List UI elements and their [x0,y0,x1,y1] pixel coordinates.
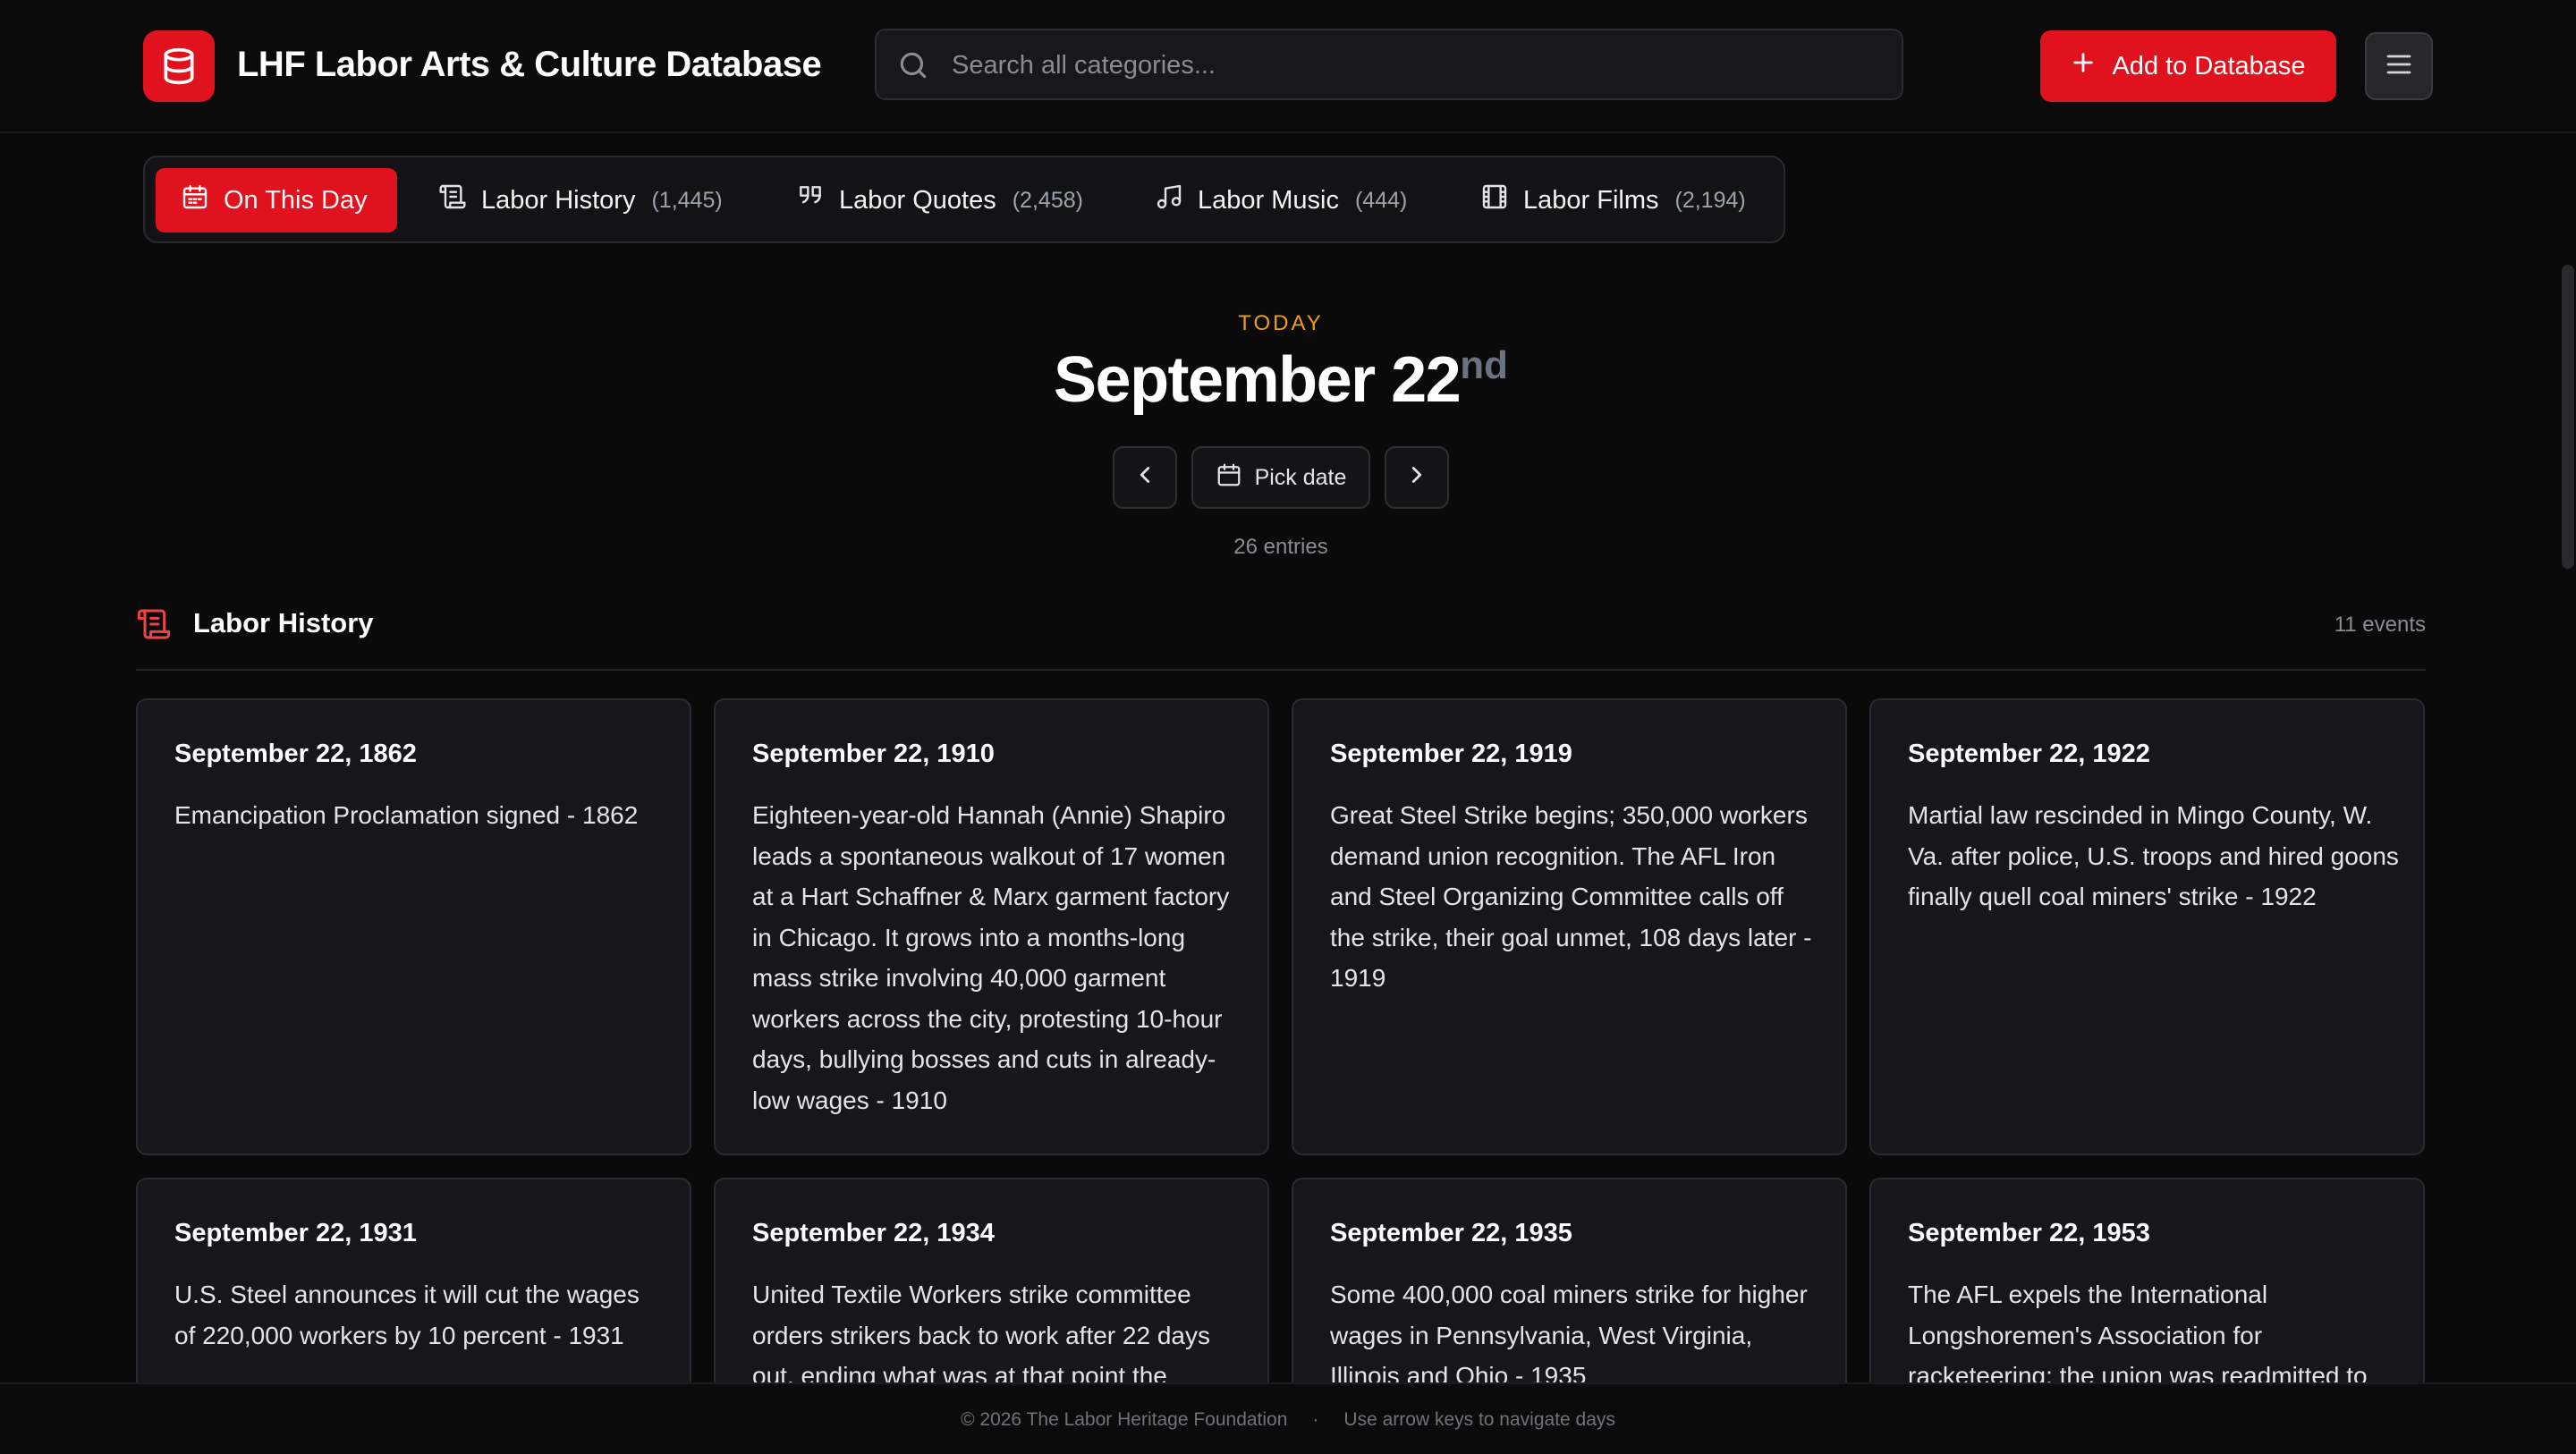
previous-day-button[interactable] [1113,446,1177,509]
add-to-database-button[interactable]: Add to Database [2040,30,2336,102]
card-date: September 22, 1910 [752,740,995,768]
card-date: September 22, 1922 [1908,740,2150,768]
page-scrollbar[interactable] [2562,265,2574,569]
section-count: 11 events [2334,613,2426,637]
tab-labor-films[interactable]: Labor Films (2,194) [1455,168,1771,232]
add-button-label: Add to Database [2112,51,2306,80]
card-text: Great Steel Strike begins; 350,000 worke… [1330,801,1812,992]
card-date: September 22, 1931 [174,1219,417,1247]
app-page: LHF Labor Arts & Culture Database Add to… [0,0,2576,1454]
tab-count: (444) [1354,187,1408,213]
app-title[interactable]: LHF Labor Arts & Culture Database [237,45,822,85]
history-card[interactable]: September 22, 1922 Martial law rescinded… [1869,698,2425,1155]
card-text: Emancipation Proclamation signed - 1862 [174,801,639,829]
tab-label: Labor Films [1523,185,1659,215]
film-icon [1480,182,1509,218]
footer-copyright: © 2026 The Labor Heritage Foundation [961,1409,1288,1430]
entries-count: 26 entries [1233,535,1328,559]
card-date: September 22, 1934 [752,1219,995,1247]
next-day-button[interactable] [1385,446,1449,509]
page-footer: © 2026 The Labor Heritage Foundation · U… [0,1382,2576,1454]
hamburger-menu-icon [2383,48,2415,85]
card-text: Martial law rescinded in Mingo County, W… [1908,801,2399,910]
tab-labor-quotes[interactable]: Labor Quotes (2,458) [771,168,1108,232]
pick-date-label: Pick date [1254,464,1347,490]
section-header: Labor History 11 events [136,597,2426,671]
tab-label: On This Day [224,185,368,215]
card-text: Eighteen-year-old Hannah (Annie) Shapiro… [752,801,1230,1114]
music-note-icon [1155,182,1183,218]
tab-label: Labor History [481,185,636,215]
pick-date-button[interactable]: Pick date [1191,446,1370,509]
card-text: The AFL expels the International Longsho… [1908,1281,2368,1390]
scroll-icon [136,606,172,647]
top-header: LHF Labor Arts & Culture Database Add to… [0,0,2576,133]
search-icon [896,48,930,87]
card-text: United Textile Workers strike committee … [752,1281,1210,1390]
section-title: Labor History [193,607,374,638]
card-text: Some 400,000 coal miners strike for high… [1330,1281,1808,1390]
card-date: September 22, 1919 [1330,740,1572,768]
date-ordinal-suffix: nd [1460,343,1508,387]
history-card[interactable]: September 22, 1910 Eighteen-year-old Han… [714,698,1269,1155]
card-date: September 22, 1935 [1330,1219,1572,1247]
history-card[interactable]: September 22, 1862 Emancipation Proclama… [136,698,691,1155]
tab-labor-music[interactable]: Labor Music (444) [1130,168,1432,232]
tab-count: (2,194) [1674,187,1746,213]
footer-keyboard-hint: Use arrow keys to navigate days [1343,1409,1615,1430]
history-card[interactable]: September 22, 1919 Great Steel Strike be… [1292,698,1847,1155]
tab-count: (2,458) [1012,187,1083,213]
tab-label: Labor Music [1198,185,1339,215]
calendar-icon [181,182,209,218]
today-label: TODAY [1238,311,1324,335]
calendar-icon [1216,461,1242,495]
category-tabs: On This Day Labor History (1,445) Labor … [143,156,1785,243]
search-box[interactable] [875,29,1903,100]
plus-icon [2071,50,2096,82]
card-date: September 22, 1953 [1908,1219,2150,1247]
tab-on-this-day[interactable]: On This Day [156,168,397,232]
chevron-right-icon [1403,461,1430,495]
menu-button[interactable] [2365,32,2433,100]
chevron-left-icon [1131,461,1158,495]
footer-separator: · [1312,1409,1319,1430]
search-input[interactable] [950,30,1884,100]
tab-count: (1,445) [651,187,723,213]
database-logo-icon[interactable] [143,30,215,102]
date-heading: September 22nd [0,343,2562,417]
quote-icon [796,182,825,218]
card-text: U.S. Steel announces it will cut the wag… [174,1281,640,1349]
date-month-day: September 22 [1054,344,1462,416]
tab-label: Labor Quotes [839,185,996,215]
tab-labor-history[interactable]: Labor History (1,445) [413,168,748,232]
card-date: September 22, 1862 [174,740,417,768]
scroll-icon [438,182,467,218]
